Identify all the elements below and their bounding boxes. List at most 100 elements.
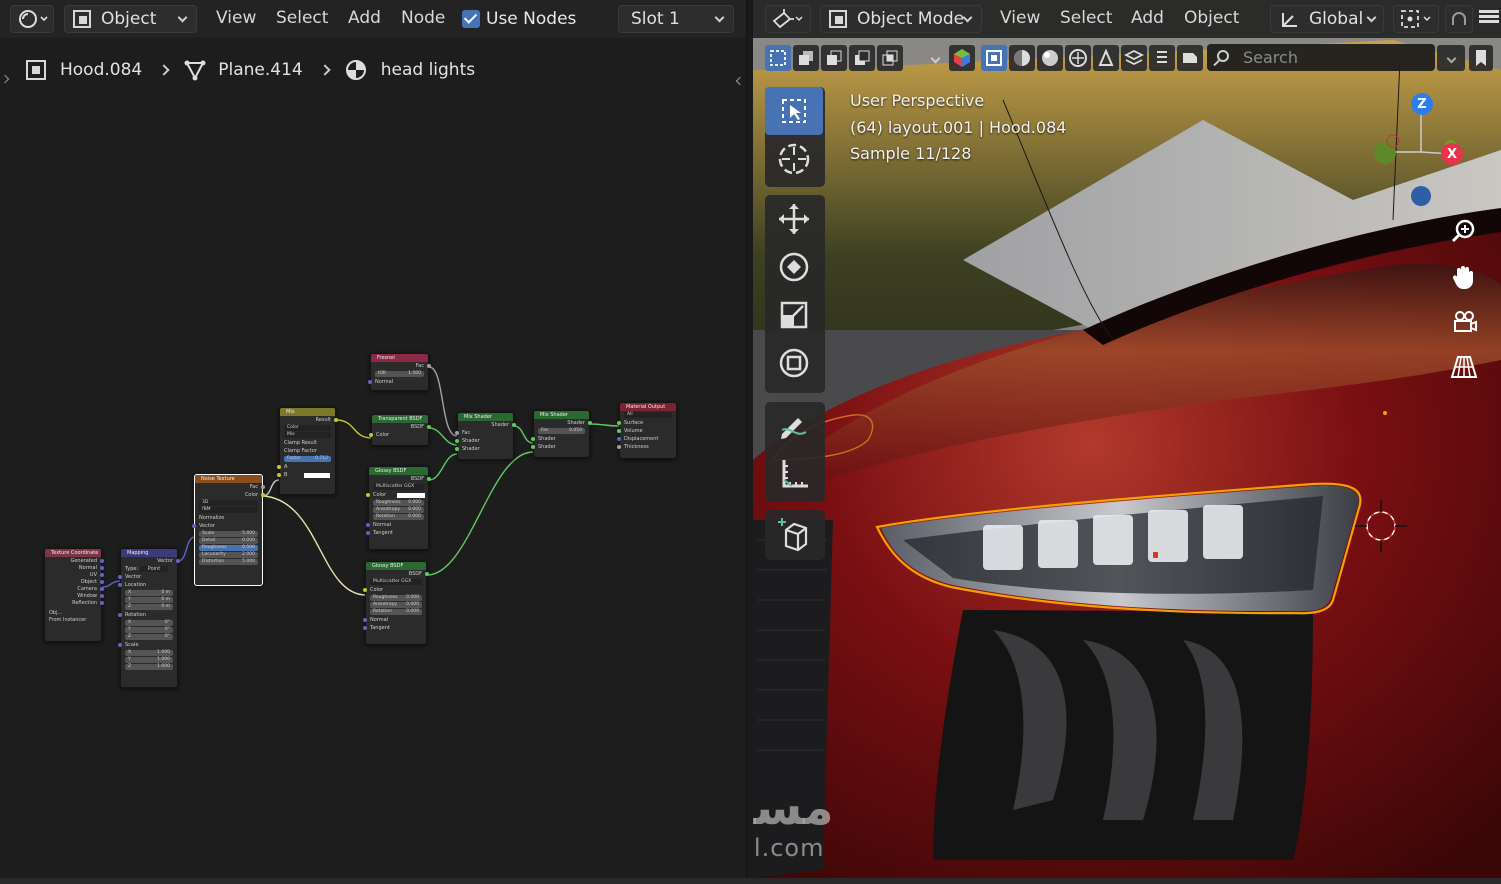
overlays-button[interactable] <box>1121 45 1147 71</box>
socket-scale[interactable]: Scale <box>118 641 177 649</box>
socket-fac-out[interactable]: Fac <box>195 483 265 491</box>
socket-bsdf-out[interactable]: BSDF <box>372 423 431 431</box>
socket-tangent[interactable]: Tangent <box>363 624 426 632</box>
socket-vector-out[interactable]: Vector <box>121 557 180 565</box>
transform-orientation-dropdown[interactable]: Global <box>1270 5 1384 33</box>
socket-rotation[interactable]: Rotation <box>118 611 177 619</box>
socket-color-out[interactable]: Color <box>195 491 265 499</box>
distortion-field[interactable]: Distortion 5.000 <box>199 559 258 565</box>
search-field[interactable]: Search <box>1207 44 1435 71</box>
socket-shader-a[interactable]: Shader <box>455 437 513 445</box>
tool-annotate[interactable] <box>765 402 823 450</box>
menu-select[interactable]: Select <box>1060 8 1112 28</box>
location-x-field[interactable]: X 0 m <box>125 590 173 596</box>
gizmo-x-axis[interactable]: X <box>1441 143 1463 165</box>
select-intersect-button[interactable] <box>877 45 903 71</box>
socket-color[interactable]: Color <box>363 586 426 594</box>
node-glossy-bsdf-1[interactable]: Glossy BSDF BSDF Multiscatter GGX Color … <box>366 466 431 550</box>
anisotropy-field[interactable]: Anisotropy 0.000 <box>370 602 422 608</box>
type-dropdown[interactable]: Type: Point <box>121 565 177 573</box>
from-instancer-checkbox[interactable]: From Instancer <box>45 616 101 624</box>
node-mix-shader-1[interactable]: Mix Shader Shader Fac Shader Shader <box>455 412 516 460</box>
location-z-field[interactable]: Z 0 m <box>125 604 173 610</box>
socket-surface[interactable]: Surface <box>617 419 676 427</box>
select-subtract-button[interactable] <box>821 45 847 71</box>
tool-transform[interactable] <box>765 339 823 387</box>
socket-volume[interactable]: Volume <box>617 427 676 435</box>
dimensions-dropdown[interactable]: 3D <box>199 500 258 506</box>
menu-view[interactable]: View <box>1000 8 1040 28</box>
node-mix-shader-2[interactable]: Mix Shader Shader Fac 0.050 Shader Shader <box>531 410 592 458</box>
socket-color[interactable]: Color <box>366 491 428 499</box>
detail-field[interactable]: Detail 0.000 <box>199 538 258 544</box>
editor-type-button[interactable] <box>765 5 811 33</box>
camera-view-toggle[interactable] <box>1449 307 1479 337</box>
filter-dropdown[interactable] <box>1437 45 1465 71</box>
zoom-button[interactable] <box>1449 216 1479 246</box>
clamp-result-checkbox[interactable]: Clamp Result <box>280 439 335 447</box>
socket-vector-in[interactable]: Vector <box>118 573 177 581</box>
socket-normal[interactable]: Normal <box>368 378 428 386</box>
gizmo-z-axis[interactable]: Z <box>1411 93 1433 115</box>
roughness-field[interactable]: Roughness 0.000 <box>373 500 424 506</box>
socket-b[interactable]: B <box>277 471 335 479</box>
socket-vector-in[interactable]: Vector <box>192 522 262 530</box>
socket-fac[interactable]: Fac <box>455 429 513 437</box>
scale-y-field[interactable]: Y 1.000 <box>125 657 173 663</box>
color-swatch[interactable] <box>304 473 330 478</box>
tool-add-cube[interactable] <box>765 510 823 558</box>
rotation-z-field[interactable]: Z 0° <box>125 634 173 640</box>
select-extend-button[interactable] <box>793 45 819 71</box>
select-box-mode-button[interactable] <box>765 45 791 71</box>
scale-z-field[interactable]: Z 1.000 <box>125 664 173 670</box>
clamp-factor-checkbox[interactable]: Clamp Factor <box>280 447 335 455</box>
tool-select-box[interactable] <box>765 87 823 135</box>
camera-view-button[interactable] <box>1177 45 1203 71</box>
toggle-xray-button[interactable] <box>1149 45 1175 71</box>
socket-color[interactable]: Color <box>369 431 428 439</box>
data-type-dropdown[interactable]: Color <box>284 425 331 431</box>
node-material-output[interactable]: Material Output All Surface Volume Displ… <box>617 402 677 459</box>
socket-shader-a[interactable]: Shader <box>531 435 589 443</box>
shader-node-editor[interactable]: Object View Select Add Node Use Nodes Sl… <box>0 0 747 878</box>
socket-normal[interactable]: Normal <box>366 521 428 529</box>
show-gizmo-button[interactable] <box>1093 45 1119 71</box>
rotation-y-field[interactable]: Y 0° <box>125 627 173 633</box>
tool-rotate[interactable] <box>765 243 823 291</box>
socket-displacement[interactable]: Displacement <box>617 435 676 443</box>
node-fresnel[interactable]: Fresnel Fac IOR 1.500 Normal <box>368 353 431 391</box>
ior-field[interactable]: IOR 1.500 <box>375 371 424 377</box>
normalize-checkbox[interactable]: Normalize <box>195 514 262 522</box>
socket-tangent[interactable]: Tangent <box>366 529 428 537</box>
socket-fac-out[interactable]: Fac <box>371 362 431 370</box>
color-swatch[interactable] <box>397 493 425 498</box>
location-y-field[interactable]: Y 0 m <box>125 597 173 603</box>
socket-shader-out[interactable]: Shader <box>458 421 516 429</box>
rotation-field[interactable]: Rotation 0.000 <box>373 514 424 520</box>
perspective-toggle[interactable] <box>1449 352 1479 382</box>
shading-rendered-button[interactable] <box>1065 45 1091 71</box>
blend-mode-dropdown[interactable]: Mix <box>284 432 331 438</box>
shading-wireframe-button[interactable] <box>1009 45 1035 71</box>
viewport-gizmos-button[interactable] <box>949 45 975 71</box>
rotation-field[interactable]: Rotation 0.000 <box>370 609 422 615</box>
lacunarity-field[interactable]: Lacunarity 2.000 <box>199 552 258 558</box>
roughness-field[interactable]: Roughness 0.500 <box>199 545 258 551</box>
fac-field[interactable]: Fac 0.050 <box>538 428 585 434</box>
tool-scale[interactable] <box>765 291 823 339</box>
tool-cursor[interactable] <box>765 135 823 183</box>
menu-icon[interactable] <box>1479 8 1499 28</box>
factor-field[interactable]: Factor 0.712 <box>284 456 331 462</box>
pivot-point-dropdown[interactable] <box>1393 5 1439 33</box>
noise-type-dropdown[interactable]: fBM <box>199 507 258 513</box>
pan-button[interactable] <box>1449 262 1479 292</box>
visibility-dropdown[interactable] <box>925 45 945 71</box>
scale-x-field[interactable]: X 1.000 <box>125 650 173 656</box>
menu-object[interactable]: Object <box>1184 8 1239 28</box>
roughness-field[interactable]: Roughness 0.000 <box>370 595 422 601</box>
socket-shader-b[interactable]: Shader <box>455 445 513 453</box>
gizmo-y-axis[interactable] <box>1374 142 1396 164</box>
node-mix[interactable]: Mix Result Color Mix Clamp Result Clamp … <box>277 407 338 495</box>
socket-result-out[interactable]: Result <box>280 416 338 424</box>
socket-thickness[interactable]: Thickness <box>617 443 676 451</box>
